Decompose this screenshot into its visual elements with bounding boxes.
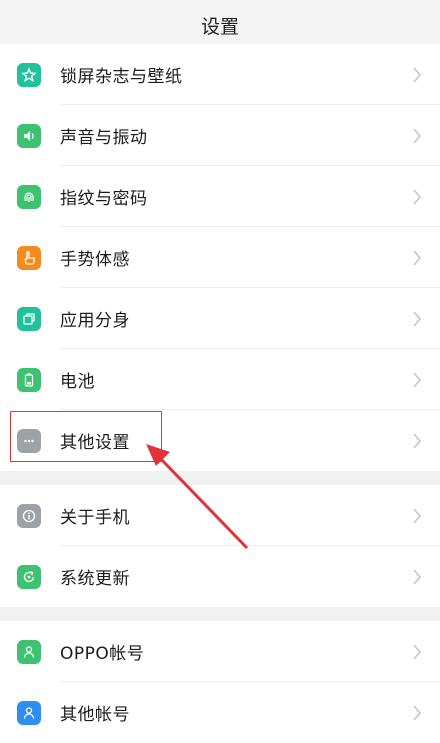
settings-item-label: 关于手机 — [60, 508, 130, 528]
settings-item-lockscreen-wallpaper[interactable]: 锁屏杂志与壁纸 — [0, 44, 440, 105]
update-icon — [17, 564, 41, 589]
settings-item-app-clone[interactable]: 应用分身 — [0, 288, 440, 349]
settings-item-label: 锁屏杂志与壁纸 — [60, 67, 183, 87]
settings-item-other-accounts[interactable]: 其他帐号 — [0, 682, 440, 743]
chevron-right-icon — [413, 66, 422, 83]
chevron-right-icon — [413, 249, 422, 266]
section-divider — [0, 607, 440, 621]
speaker-icon — [17, 123, 41, 148]
battery-icon — [17, 367, 41, 392]
chevron-right-icon — [413, 704, 422, 721]
chevron-right-icon — [413, 432, 422, 449]
settings-group-1: 锁屏杂志与壁纸 声音与振动 指纹与密码 手势体感 应用分身 电池 其他设置 — [0, 44, 440, 471]
hand-icon — [17, 245, 41, 270]
section-divider — [0, 471, 440, 485]
chevron-right-icon — [413, 188, 422, 205]
chevron-right-icon — [413, 507, 422, 524]
chevron-right-icon — [413, 643, 422, 660]
settings-item-label: 手势体感 — [60, 250, 130, 270]
info-icon — [17, 503, 41, 528]
settings-item-about-phone[interactable]: 关于手机 — [0, 485, 440, 546]
settings-group-2: 关于手机 系统更新 — [0, 485, 440, 607]
settings-item-sound-vibration[interactable]: 声音与振动 — [0, 105, 440, 166]
chevron-right-icon — [413, 371, 422, 388]
fingerprint-icon — [17, 184, 41, 209]
settings-item-label: 声音与振动 — [60, 128, 148, 148]
user-icon — [17, 639, 41, 664]
chevron-right-icon — [413, 310, 422, 327]
settings-item-fingerprint-password[interactable]: 指纹与密码 — [0, 166, 440, 227]
settings-item-label: 应用分身 — [60, 311, 130, 331]
settings-item-label: OPPO帐号 — [60, 644, 145, 664]
settings-item-label: 指纹与密码 — [60, 189, 148, 209]
settings-item-battery[interactable]: 电池 — [0, 349, 440, 410]
flower-icon — [17, 62, 41, 87]
account-icon — [17, 700, 41, 725]
settings-item-oppo-account[interactable]: OPPO帐号 — [0, 621, 440, 682]
settings-item-label: 电池 — [60, 372, 95, 392]
chevron-right-icon — [413, 568, 422, 585]
highlight-box — [10, 411, 162, 462]
settings-item-label: 系统更新 — [60, 569, 130, 589]
chevron-right-icon — [413, 127, 422, 144]
settings-item-label: 其他帐号 — [60, 705, 130, 725]
header-bar: 设置 — [0, 0, 440, 50]
app-clone-icon — [17, 306, 41, 331]
settings-item-gestures[interactable]: 手势体感 — [0, 227, 440, 288]
settings-item-system-update[interactable]: 系统更新 — [0, 546, 440, 607]
page-title: 设置 — [200, 15, 239, 38]
settings-group-3: OPPO帐号 其他帐号 — [0, 621, 440, 743]
